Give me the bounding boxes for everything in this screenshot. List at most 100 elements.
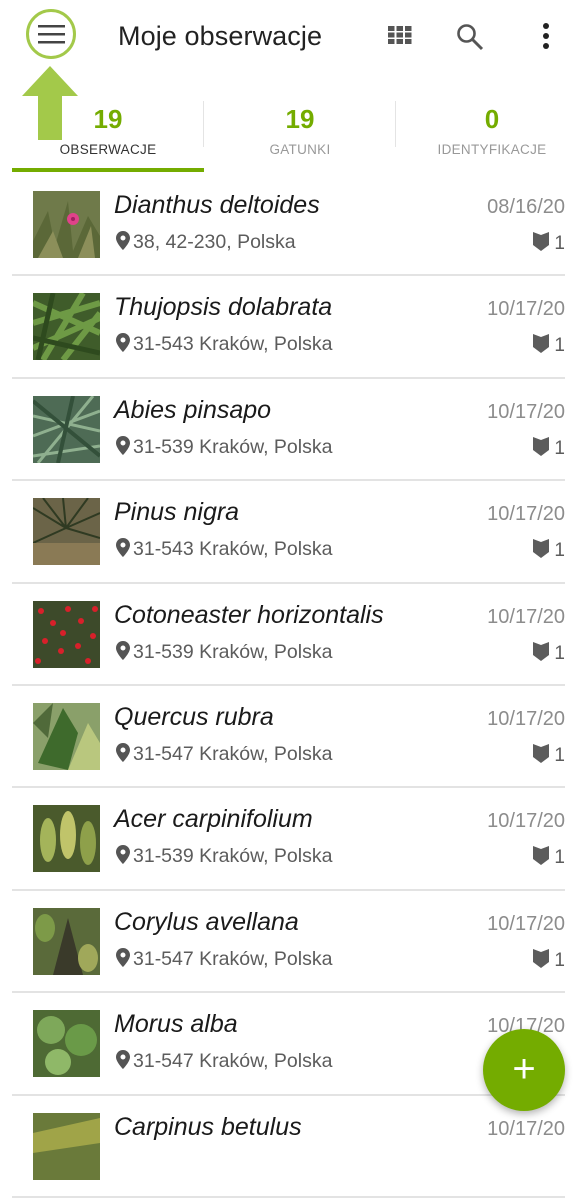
- identification-count-text: 1: [554, 949, 565, 971]
- observation-date: 10/17/20: [487, 605, 565, 628]
- species-name: Corylus avellana: [114, 907, 299, 936]
- identification-count: 1: [533, 334, 565, 357]
- observation-row[interactable]: Quercus rubra 31-547 Kraków, Polska 10/1…: [0, 686, 577, 789]
- tab-label: IDENTYFIKACJE: [437, 142, 547, 157]
- location-pin-icon: [116, 742, 130, 762]
- location-text: 31-543 Kraków, Polska: [133, 538, 333, 561]
- observation-date: 10/17/20: [487, 912, 565, 935]
- tab-observations[interactable]: 19 OBSERWACJE: [12, 97, 204, 173]
- species-name: Quercus rubra: [114, 702, 274, 731]
- search-icon[interactable]: [456, 23, 484, 51]
- location-pin-icon: [116, 435, 130, 455]
- identification-icon: [533, 641, 550, 661]
- location-pin-icon: [116, 231, 130, 250]
- observation-row[interactable]: Abies pinsapo 31-539 Kraków, Polska 10/1…: [0, 379, 577, 482]
- identification-count: 1: [533, 948, 565, 972]
- location: 31-547 Kraków, Polska: [116, 1050, 332, 1073]
- location: 31-543 Kraków, Polska: [116, 333, 332, 356]
- tab-label: GATUNKI: [269, 142, 331, 157]
- observation-photo: [33, 498, 100, 566]
- more-vert-icon[interactable]: [539, 22, 553, 52]
- identification-count-text: 1: [554, 744, 565, 766]
- observation-photo: [33, 191, 100, 258]
- location-pin-icon: [116, 845, 130, 865]
- location-text: 31-543 Kraków, Polska: [133, 333, 333, 356]
- observation-row[interactable]: Corylus avellana 31-547 Kraków, Polska 1…: [0, 891, 577, 994]
- identification-count-text: 1: [554, 437, 565, 459]
- location: 31-547 Kraków, Polska: [116, 947, 332, 971]
- tab-identifications[interactable]: 0 IDENTYFIKACJE: [396, 97, 577, 173]
- identification-count-text: 1: [554, 233, 565, 254]
- grid-view-icon[interactable]: [388, 26, 412, 44]
- location: 31-547 Kraków, Polska: [116, 742, 333, 766]
- identification-count: 1: [533, 539, 565, 562]
- tab-bar: 19 OBSERWACJE 19 GATUNKI 0 IDENTYFIKACJE: [12, 97, 577, 173]
- observation-row[interactable]: Pinus nigra 31-543 Kraków, Polska 10/17/…: [0, 481, 577, 584]
- location-pin-icon: [116, 640, 130, 660]
- identification-count-text: 1: [554, 540, 565, 562]
- observation-photo: [33, 805, 100, 873]
- observation-row[interactable]: Cotoneaster horizontalis 31-539 Kraków, …: [0, 584, 577, 687]
- identification-count: 1: [533, 232, 565, 255]
- identification-icon: [533, 436, 550, 456]
- location: 38, 42-230, Polska: [116, 231, 296, 254]
- observation-date: 10/17/20: [487, 1117, 565, 1140]
- identification-count-text: 1: [554, 335, 565, 357]
- observation-row[interactable]: Dianthus deltoides 38, 42-230, Polska 08…: [0, 174, 577, 277]
- location: 31-543 Kraków, Polska: [116, 538, 332, 561]
- species-name: Pinus nigra: [114, 498, 240, 527]
- location: 31-539 Kraków, Polska: [116, 640, 332, 664]
- identification-icon: [533, 232, 550, 251]
- plus-icon: +: [512, 1047, 536, 1091]
- identification-count: 1: [533, 846, 565, 869]
- observation-photo: [33, 395, 100, 463]
- location: 31-539 Kraków, Polska: [116, 435, 333, 459]
- species-name: Dianthus deltoides: [114, 191, 320, 219]
- observation-row[interactable]: Thujopsis dolabrata 31-543 Kraków, Polsk…: [0, 276, 577, 380]
- observation-photo: [33, 1112, 100, 1180]
- species-name: Cotoneaster horizontalis: [114, 600, 384, 629]
- identification-icon: [533, 846, 550, 866]
- tab-count: 0: [484, 104, 500, 134]
- identification-icon: [533, 948, 550, 968]
- location-text: 38, 42-230, Polska: [133, 231, 296, 253]
- identification-count: 1: [533, 641, 565, 665]
- page-title: Moje obserwacje: [118, 21, 323, 51]
- location-text: 31-547 Kraków, Polska: [133, 742, 333, 765]
- tab-count: 19: [93, 104, 123, 134]
- location-pin-icon: [116, 538, 130, 558]
- location: 31-539 Kraków, Polska: [116, 845, 332, 868]
- identification-icon: [533, 743, 550, 763]
- observation-row[interactable]: Acer carpinifolium 31-539 Kraków, Polska…: [0, 788, 577, 892]
- identification-count-text: 1: [554, 642, 565, 664]
- add-observation-button[interactable]: +: [483, 1029, 565, 1111]
- menu-button[interactable]: [26, 9, 76, 59]
- observation-date: 10/17/20: [487, 400, 565, 423]
- tab-count: 19: [285, 104, 315, 134]
- location-pin-icon: [116, 947, 130, 967]
- tab-label: OBSERWACJE: [59, 142, 157, 157]
- active-tab-indicator: [12, 168, 204, 172]
- identification-count: 1: [533, 743, 565, 767]
- observation-date: 10/17/20: [487, 298, 565, 321]
- species-name: Carpinus betulus: [114, 1112, 302, 1141]
- observation-date: 08/16/20: [487, 196, 565, 218]
- observation-date: 10/17/20: [487, 707, 565, 730]
- identification-count: 1: [533, 436, 565, 460]
- observation-photo: [33, 702, 100, 770]
- observation-date: 10/17/20: [487, 503, 565, 526]
- observation-date: 10/17/20: [487, 810, 565, 833]
- location-text: 31-539 Kraków, Polska: [133, 435, 333, 458]
- identification-count-text: 1: [554, 847, 565, 869]
- location-text: 31-547 Kraków, Polska: [133, 1050, 333, 1073]
- species-name: Abies pinsapo: [114, 395, 272, 424]
- tab-species[interactable]: 19 GATUNKI: [204, 97, 396, 173]
- observation-photo: [33, 600, 100, 668]
- location-text: 31-539 Kraków, Polska: [133, 845, 333, 868]
- species-name: Acer carpinifolium: [114, 805, 313, 834]
- observation-photo: [33, 1010, 100, 1078]
- menu-icon: [38, 25, 65, 44]
- observation-photo: [33, 293, 100, 361]
- identification-icon: [533, 539, 550, 559]
- location-pin-icon: [116, 333, 130, 353]
